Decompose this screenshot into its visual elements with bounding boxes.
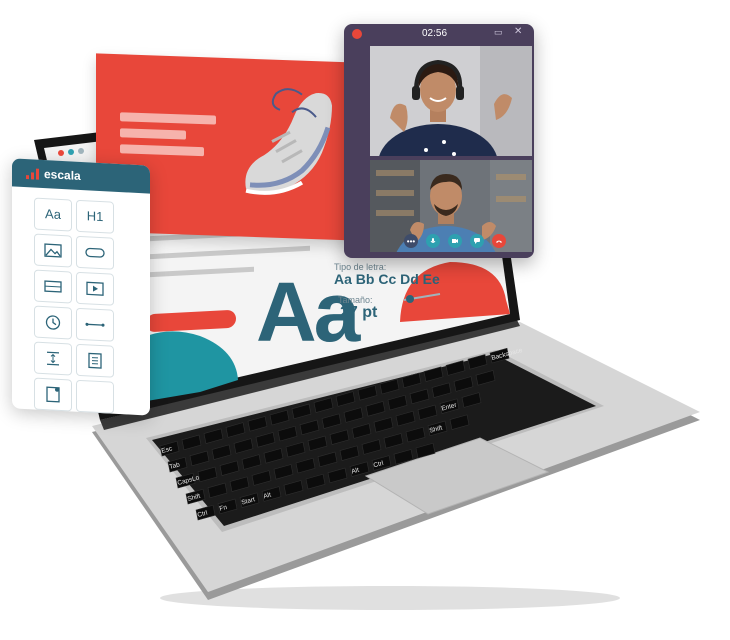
more-dots-icon: ••• [406,236,416,246]
spacing-icon [47,351,59,366]
text-tool-label: Aa [45,206,61,222]
video-icon [86,281,104,296]
tool-panel: escala Aa H1 [12,158,150,416]
blank-tool-button[interactable] [76,379,114,414]
image-icon [44,243,62,258]
list-edit-icon [46,386,60,403]
microphone-icon [430,238,436,243]
close-icon[interactable]: ✕ [514,26,522,37]
minimize-icon[interactable]: ▭ [494,27,503,38]
camera-icon [452,239,458,243]
hang-up-button[interactable] [492,234,506,248]
spacing-tool-button[interactable] [34,341,72,376]
size-slider-knob [406,295,414,303]
sneaker-image [245,88,332,195]
chat-icon [474,238,480,244]
timer-tool-button[interactable] [34,305,72,340]
call-topbar: 02:56 ▭ ✕ [344,24,534,44]
font-size-value: 27 pt [340,304,378,321]
heading-tool-button[interactable]: H1 [76,199,114,234]
divider-icon [85,322,105,327]
ad-text-bar [120,144,204,157]
image-tool-button[interactable] [34,233,72,268]
window-dot-grey [78,148,84,154]
divider-tool-button[interactable] [76,307,114,342]
mute-button[interactable] [426,234,440,248]
call-timer: 02:56 [422,28,448,39]
resize-width-icon [44,280,62,293]
clock-icon [45,315,61,330]
font-family-sample: Aa Bb Cc Dd Ee [334,271,440,287]
document-tool-button[interactable] [76,343,114,378]
button-tool-button[interactable] [76,235,114,270]
chat-button[interactable] [470,234,484,248]
escala-logo-icon [26,167,40,180]
ad-text-bar [120,112,216,125]
width-tool-button[interactable] [34,269,72,304]
participant-video-1 [370,46,532,156]
list-tool-button[interactable] [34,377,72,412]
tool-panel-header: escala [12,158,150,194]
hang-up-icon [496,240,502,243]
window-dot-red [58,150,64,156]
participant-video-2: ••• [370,160,532,252]
brand-name: escala [44,167,81,183]
document-icon [88,352,102,369]
video-call-window: 02:56 ▭ ✕ ••• [344,24,534,258]
call-app-icon [352,29,362,39]
button-shape-icon [85,247,105,258]
window-dot-teal [68,149,74,155]
participant-woman-image [370,46,532,156]
video-tool-button[interactable] [76,271,114,306]
text-tool-button[interactable]: Aa [34,197,72,232]
ad-text-bar [120,128,186,140]
camera-button[interactable] [448,234,462,248]
more-options-button[interactable]: ••• [404,234,418,248]
heading-tool-label: H1 [86,208,104,225]
